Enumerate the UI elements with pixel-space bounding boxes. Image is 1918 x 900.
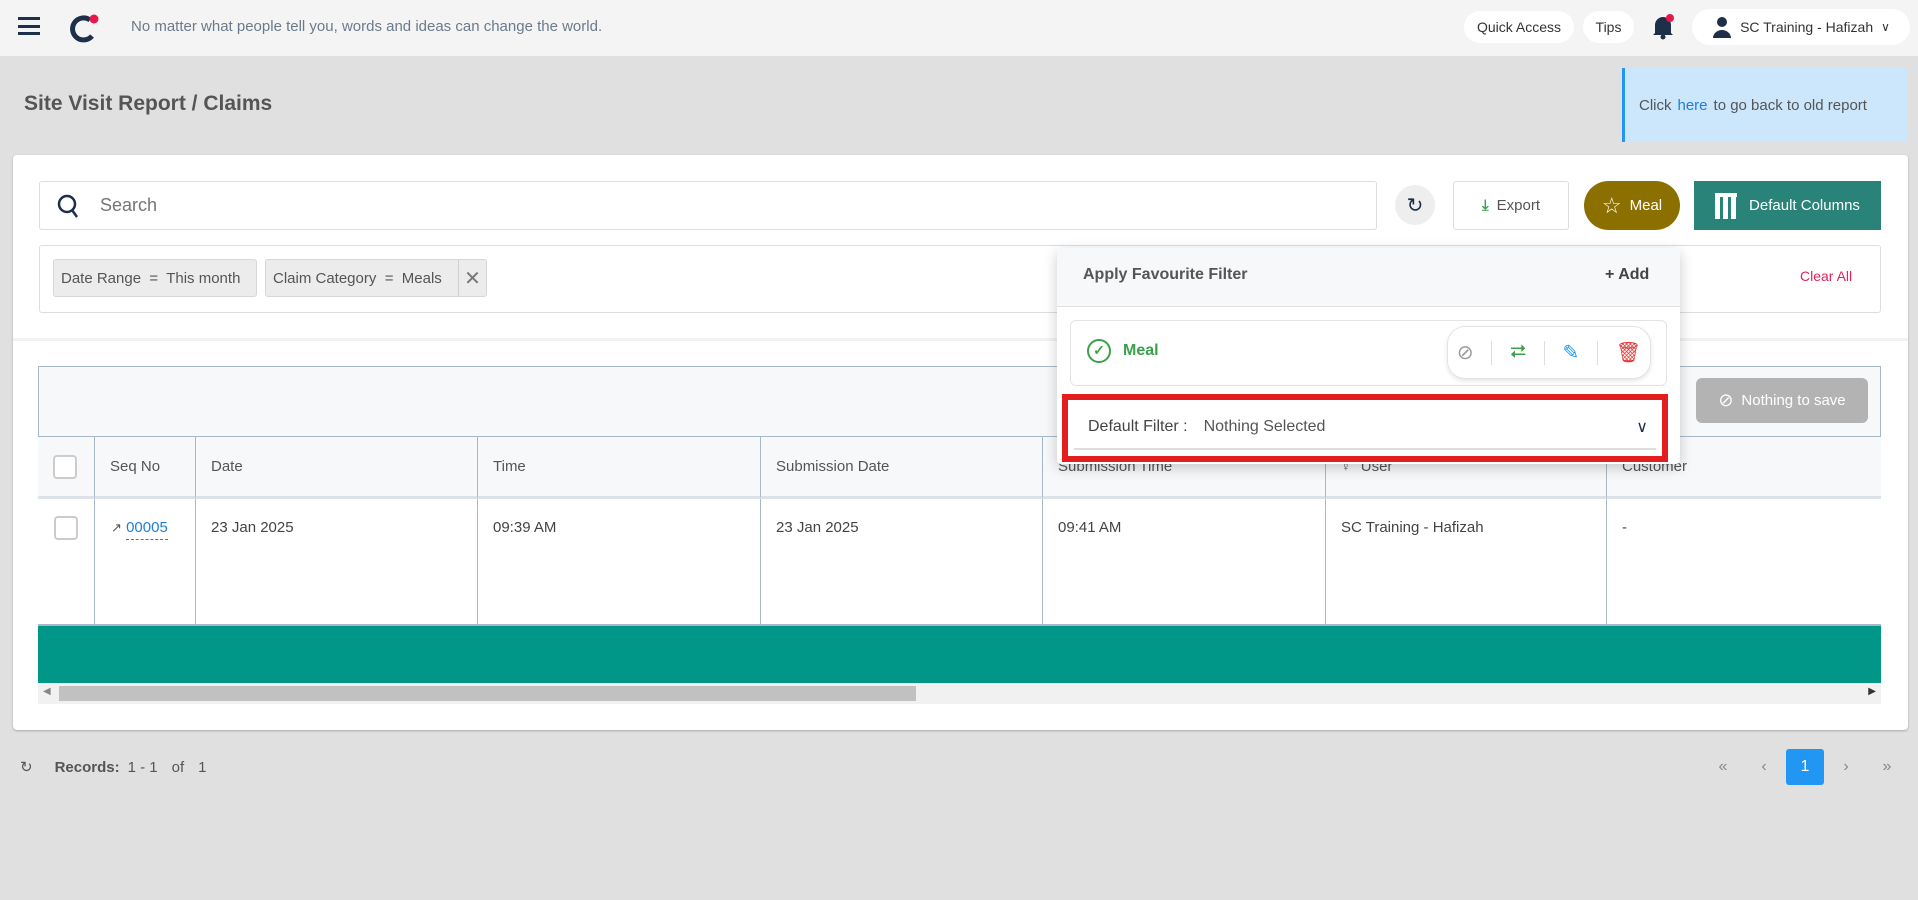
page-title: Site Visit Report / Claims [24,92,273,115]
search-icon [57,194,79,218]
search-field[interactable] [100,195,1300,216]
favourite-item-meal[interactable]: ✓ Meal ⊘ ⮂ ✎ 🗑 [1070,320,1667,386]
disabled-icon: ⊘ [1718,390,1734,410]
column-header-date[interactable]: Date [196,437,478,499]
next-page-button[interactable]: › [1827,749,1865,785]
download-icon: ⤓ [1482,197,1489,214]
column-header-time[interactable]: Time [478,437,761,499]
filter-chip-date-range[interactable]: Date Range = This month [53,259,257,297]
remove-filter-icon[interactable]: ✕ [458,260,486,296]
header-quote: No matter what people tell you, words an… [131,18,603,35]
default-filter-select[interactable]: Default Filter : Nothing Selected ∨ [1074,406,1656,450]
last-page-button[interactable]: » [1868,749,1906,785]
page-1-button[interactable]: 1 [1786,749,1824,785]
external-link-icon[interactable]: ↗ [111,520,122,535]
records-summary: ↻ Records: 1 - 1 of 1 [20,758,207,777]
submission-time-cell: 09:41 AM [1043,499,1326,624]
delete-icon[interactable]: 🗑 [1616,340,1641,365]
favourite-filter-popover: Apply Favourite Filter + Add ✓ Meal ⊘ ⮂ … [1057,248,1680,464]
add-favourite-button[interactable]: + Add [1605,266,1649,284]
seq-no-cell: ↗ 00005 [95,499,196,624]
default-columns-button[interactable]: Default Columns [1694,181,1881,230]
share-icon[interactable]: ⮂ [1510,341,1526,364]
old-report-link[interactable]: here [1678,97,1708,114]
old-report-banner: Click here to go back to old report [1622,68,1908,142]
scrollbar-thumb[interactable] [59,686,916,701]
time-cell: 09:39 AM [478,499,761,624]
first-page-button[interactable]: « [1704,749,1742,785]
user-icon [1713,17,1732,38]
date-cell: 23 Jan 2025 [196,499,478,624]
hamburger-menu-icon[interactable] [18,17,40,35]
customer-cell: - [1622,519,1627,536]
logo[interactable] [70,14,100,44]
search-input[interactable] [39,181,1377,230]
refresh-button[interactable]: ↻ [1395,185,1435,225]
scroll-left-arrow[interactable]: ◀ [43,686,51,697]
default-filter-label: Default Filter : [1088,418,1188,435]
top-header: No matter what people tell you, words an… [0,0,1918,56]
select-all-header [38,437,95,499]
chevron-down-icon: ∨ [1636,419,1648,436]
nothing-to-save-button[interactable]: ⊘ Nothing to save [1696,378,1868,423]
submission-date-cell: 23 Jan 2025 [761,499,1043,624]
horizontal-scrollbar[interactable]: ◀ ▶ [38,683,1881,704]
column-header-seq-no[interactable]: Seq No [95,437,196,499]
popover-title: Apply Favourite Filter [1083,266,1248,283]
clear-all-link[interactable]: Clear All [1800,268,1852,284]
favourite-item-label: Meal [1123,342,1159,359]
seq-no-link[interactable]: 00005 [126,519,168,540]
notification-bell-icon[interactable] [1651,14,1675,40]
chevron-down-icon: ∨ [1881,20,1890,34]
edit-icon[interactable]: ✎ [1563,340,1580,365]
tips-button[interactable]: Tips [1583,11,1634,43]
user-name: SC Training - Hafizah [1740,19,1874,35]
export-button[interactable]: ⤓ Export [1453,181,1569,230]
table-footer-bar [38,624,1881,683]
default-filter-value: Nothing Selected [1203,418,1326,435]
previous-page-button[interactable]: ‹ [1745,749,1783,785]
scroll-right-arrow[interactable]: ▶ [1868,686,1876,697]
row-select-cell [38,499,95,624]
select-all-checkbox[interactable] [53,454,77,479]
quick-access-button[interactable]: Quick Access [1464,11,1574,43]
filter-chip-claim-category[interactable]: Claim Category = Meals ✕ [265,259,487,297]
column-header-submission-date[interactable]: Submission Date [761,437,1043,499]
favourite-filter-button[interactable]: ☆ Meal [1584,181,1680,230]
row-checkbox[interactable] [54,516,78,540]
columns-icon [1715,192,1738,219]
check-circle-icon: ✓ [1087,339,1111,363]
refresh-icon[interactable]: ↻ [20,758,33,776]
favourite-actions: ⊘ ⮂ ✎ 🗑 [1447,326,1651,379]
star-icon: ☆ [1601,192,1622,218]
user-menu[interactable]: SC Training - Hafizah ∨ [1692,9,1910,45]
banner-text: Click [1639,96,1672,114]
banner-text: to go back to old report [1713,96,1867,114]
hide-icon[interactable]: ⊘ [1457,340,1474,365]
user-cell: SC Training - Hafizah [1326,499,1607,624]
